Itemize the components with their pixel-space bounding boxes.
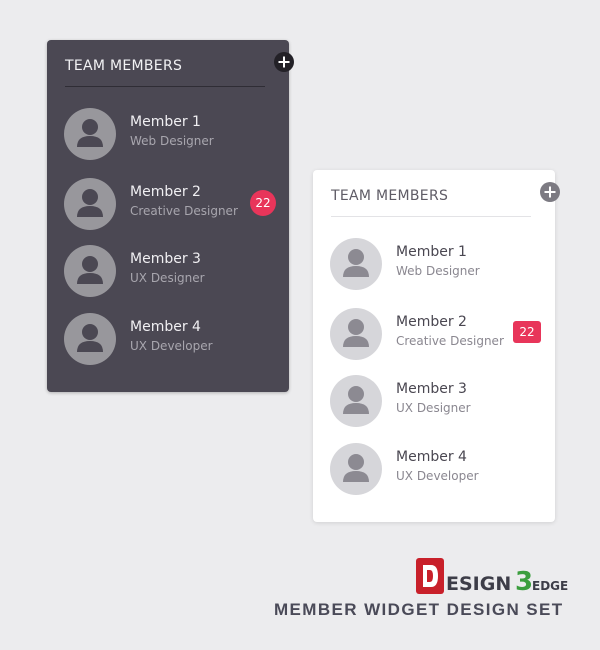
avatar xyxy=(64,108,116,160)
brand-logo: ESIGN 3 EDGE xyxy=(416,556,576,598)
list-item[interactable]: Member 2 Creative Designer 22 xyxy=(64,178,277,230)
avatar xyxy=(330,375,382,427)
dark-team-widget: TEAM MEMBERS Member 1 Web Designer Membe… xyxy=(47,40,294,392)
member-name: Member 1 xyxy=(130,114,201,130)
user-silhouette-icon xyxy=(343,249,369,277)
svg-text:EDGE: EDGE xyxy=(532,579,568,593)
member-role: UX Designer xyxy=(130,271,205,285)
list-item[interactable]: Member 2 Creative Designer 22 xyxy=(330,308,543,360)
avatar xyxy=(330,443,382,495)
avatar xyxy=(64,313,116,365)
member-list: Member 1 Web Designer Member 2 Creative … xyxy=(313,170,555,522)
member-role: UX Designer xyxy=(396,401,471,415)
member-name: Member 2 xyxy=(130,184,201,200)
member-name: Member 3 xyxy=(130,251,201,267)
notification-badge: 22 xyxy=(250,190,276,216)
svg-text:ESIGN: ESIGN xyxy=(446,573,511,595)
user-silhouette-icon xyxy=(77,256,103,284)
light-team-widget: TEAM MEMBERS Member 1 Web Designer Membe… xyxy=(313,170,560,522)
member-name: Member 1 xyxy=(396,244,467,260)
user-silhouette-icon xyxy=(343,386,369,414)
avatar xyxy=(64,178,116,230)
member-role: UX Developer xyxy=(396,469,479,483)
member-name: Member 4 xyxy=(396,449,467,465)
user-silhouette-icon xyxy=(343,319,369,347)
list-item[interactable]: Member 4 UX Developer xyxy=(330,443,543,495)
list-item[interactable]: Member 1 Web Designer xyxy=(64,108,277,160)
member-name: Member 3 xyxy=(396,381,467,397)
member-list: Member 1 Web Designer Member 2 Creative … xyxy=(47,40,289,392)
notification-badge: 22 xyxy=(513,321,541,343)
member-role: Web Designer xyxy=(130,134,214,148)
list-item[interactable]: Member 1 Web Designer xyxy=(330,238,543,290)
list-item[interactable]: Member 4 UX Developer xyxy=(64,313,277,365)
member-role: Web Designer xyxy=(396,264,480,278)
list-item[interactable]: Member 3 UX Designer xyxy=(330,375,543,427)
avatar xyxy=(330,238,382,290)
footer-caption: MEMBER WIDGET DESIGN SET xyxy=(274,600,564,619)
avatar xyxy=(330,308,382,360)
user-silhouette-icon xyxy=(77,324,103,352)
member-role: Creative Designer xyxy=(130,204,238,218)
user-silhouette-icon xyxy=(77,189,103,217)
member-role: UX Developer xyxy=(130,339,213,353)
list-item[interactable]: Member 3 UX Designer xyxy=(64,245,277,297)
member-name: Member 4 xyxy=(130,319,201,335)
user-silhouette-icon xyxy=(343,454,369,482)
avatar xyxy=(64,245,116,297)
member-role: Creative Designer xyxy=(396,334,504,348)
member-name: Member 2 xyxy=(396,314,467,330)
svg-text:3: 3 xyxy=(515,567,533,597)
user-silhouette-icon xyxy=(77,119,103,147)
design3edge-logo-icon: ESIGN 3 EDGE xyxy=(416,558,568,597)
